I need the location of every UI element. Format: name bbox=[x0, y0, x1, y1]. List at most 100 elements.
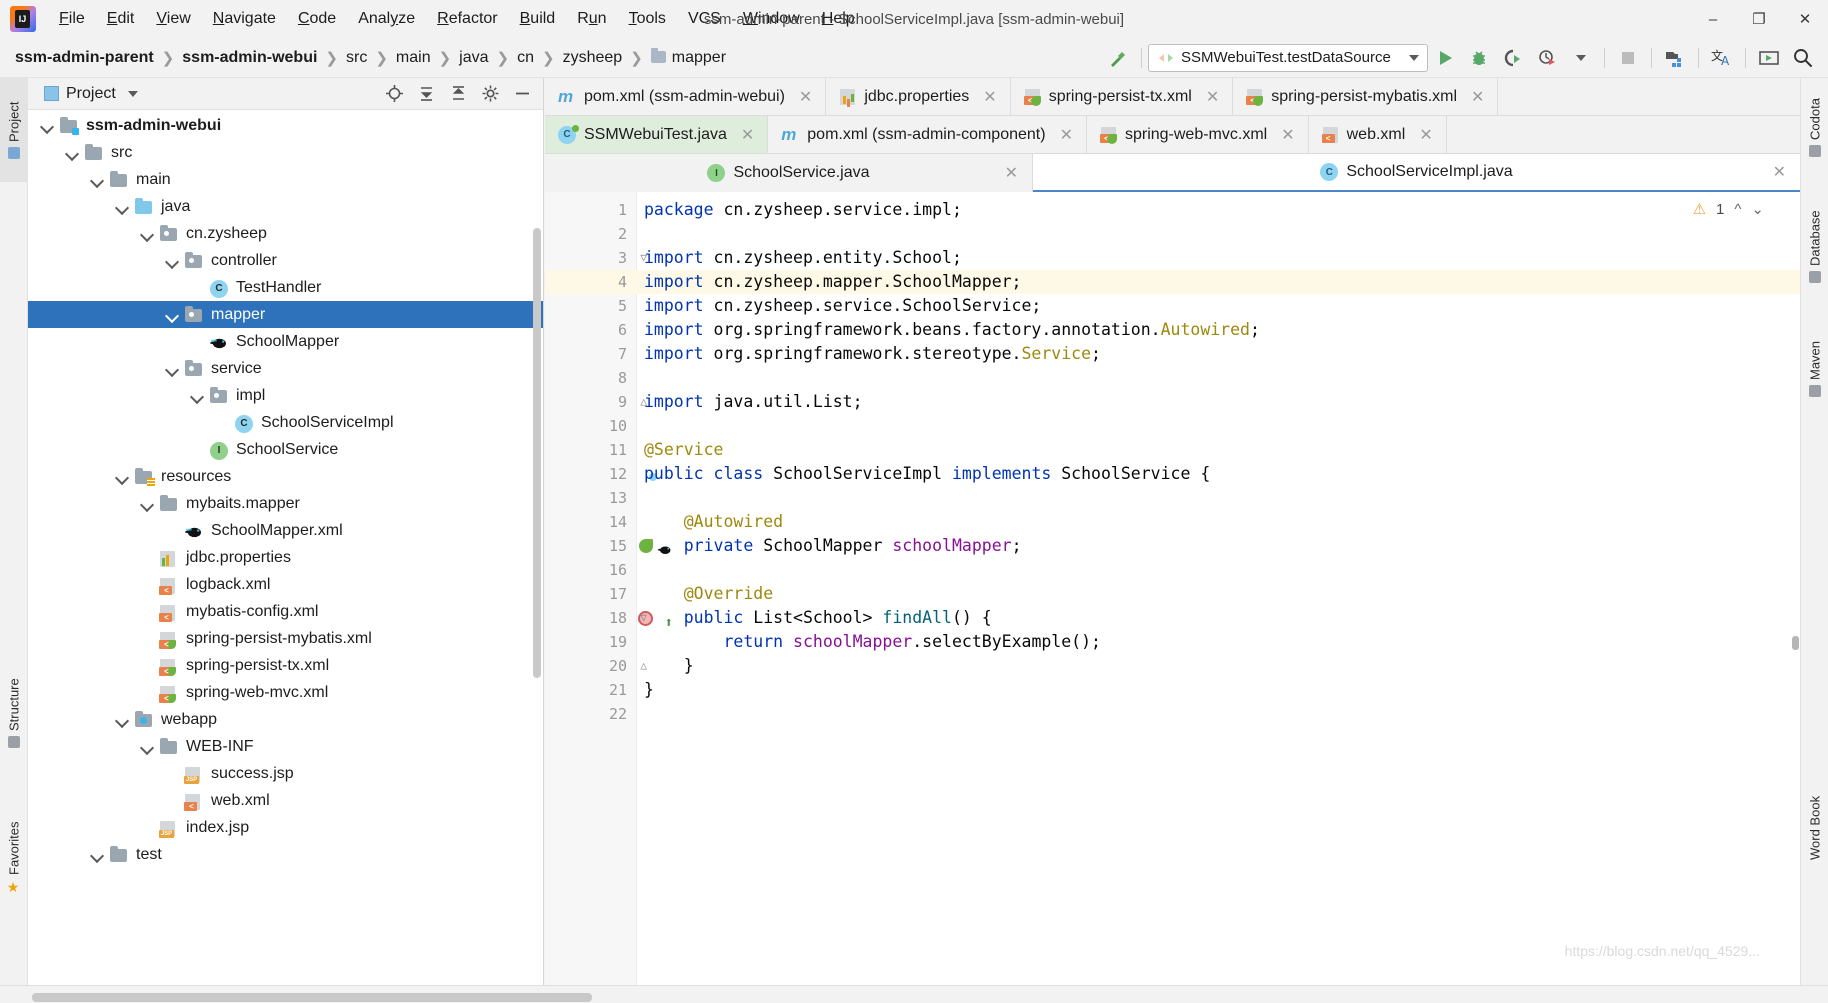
code-line-7[interactable]: import org.springframework.stereotype.Se… bbox=[637, 342, 1800, 366]
close-icon[interactable]: ✕ bbox=[1471, 87, 1484, 107]
sidebar-item-word-book[interactable]: Word Book bbox=[1801, 763, 1828, 893]
tree-node-src[interactable]: src bbox=[28, 139, 543, 166]
chevron-down-icon[interactable] bbox=[138, 225, 156, 243]
breadcrumb-item-main[interactable]: main bbox=[393, 47, 434, 69]
menu-item-window[interactable]: Window bbox=[732, 7, 811, 31]
code-line-8[interactable] bbox=[637, 366, 1800, 390]
project-view-chevron-down-icon[interactable] bbox=[127, 90, 138, 97]
tree-node-schoolservice[interactable]: I SchoolService bbox=[28, 436, 543, 463]
editor-tab-spring-persist-tx-xml[interactable]: < spring-persist-tx.xml ✕ bbox=[1010, 78, 1234, 115]
tree-node-java[interactable]: java bbox=[28, 193, 543, 220]
search-icon[interactable] bbox=[1786, 41, 1820, 75]
tree-node-resources[interactable]: resources bbox=[28, 463, 543, 490]
editor-tab-spring-web-mvc-xml[interactable]: < spring-web-mvc.xml ✕ bbox=[1086, 116, 1309, 153]
code-line-15[interactable]: private SchoolMapper schoolMapper; bbox=[637, 534, 1800, 558]
editor-tab-pom-xml-ssm-admin-component-[interactable]: m pom.xml (ssm-admin-component) ✕ bbox=[768, 116, 1087, 153]
tree-node-schoolmapper[interactable]: SchoolMapper bbox=[28, 328, 543, 355]
maximize-button[interactable]: ❐ bbox=[1736, 0, 1782, 38]
gutter-line-3[interactable]: 3 ▽ bbox=[545, 246, 647, 270]
code-line-5[interactable]: import cn.zysheep.service.SchoolService; bbox=[637, 294, 1800, 318]
translate-icon[interactable]: 文A bbox=[1705, 41, 1739, 75]
chevron-down-icon[interactable] bbox=[138, 495, 156, 513]
breadcrumb-item-ssm-admin-webui[interactable]: ssm-admin-webui bbox=[179, 47, 320, 69]
chevron-down-icon[interactable] bbox=[113, 198, 131, 216]
breadcrumb-item-src[interactable]: src bbox=[343, 47, 370, 69]
gutter-line-1[interactable]: 1 bbox=[545, 198, 637, 222]
chevron-down-icon[interactable] bbox=[38, 117, 56, 135]
editor-scrollbar-thumb[interactable] bbox=[1792, 636, 1799, 650]
chevron-down-icon[interactable] bbox=[188, 387, 206, 405]
editor-tab-ssmwebuitest-java[interactable]: C SSMWebuiTest.java ✕ bbox=[545, 116, 769, 153]
breadcrumb-item-zysheep[interactable]: zysheep bbox=[560, 47, 626, 69]
gutter-line-18[interactable]: 18 ⬆ ▽ bbox=[545, 606, 673, 631]
run-icon[interactable] bbox=[1428, 41, 1462, 75]
code-line-4[interactable]: import cn.zysheep.mapper.SchoolMapper; bbox=[637, 270, 1800, 294]
gutter-line-9[interactable]: 9 △ bbox=[545, 390, 647, 414]
split-pane-right-header[interactable]: C SchoolServiceImpl.java ✕ bbox=[1033, 154, 1800, 192]
menu-item-help[interactable]: Help bbox=[811, 7, 866, 31]
chevron-down-icon[interactable] bbox=[163, 360, 181, 378]
tree-node-impl[interactable]: impl bbox=[28, 382, 543, 409]
close-icon[interactable]: ✕ bbox=[1005, 163, 1018, 183]
code-line-3[interactable]: import cn.zysheep.entity.School; bbox=[637, 246, 1800, 270]
gutter-line-19[interactable]: 19 bbox=[545, 630, 637, 654]
tree-node-test[interactable]: test bbox=[28, 841, 543, 868]
gutter-line-10[interactable]: 10 bbox=[545, 414, 637, 438]
close-icon[interactable]: ✕ bbox=[1060, 125, 1073, 145]
editor-scrollbar[interactable] bbox=[1790, 306, 1800, 985]
tree-node-jdbc-properties[interactable]: jdbc.properties bbox=[28, 544, 543, 571]
chevron-down-icon[interactable] bbox=[88, 846, 106, 864]
code-line-10[interactable] bbox=[637, 414, 1800, 438]
minimize-button[interactable]: – bbox=[1690, 0, 1736, 38]
tree-node-webapp[interactable]: webapp bbox=[28, 706, 543, 733]
hide-panel-icon[interactable] bbox=[507, 80, 537, 108]
code-line-13[interactable] bbox=[637, 486, 1800, 510]
gutter-line-11[interactable]: 11 bbox=[545, 438, 637, 462]
gutter-line-4[interactable]: 4 bbox=[545, 270, 637, 294]
menu-item-code[interactable]: Code bbox=[287, 7, 347, 31]
code-line-20[interactable]: } bbox=[637, 654, 1800, 678]
editor-tab-pom-xml-ssm-admin-webui-[interactable]: m pom.xml (ssm-admin-webui) ✕ bbox=[545, 78, 827, 115]
gutter-line-17[interactable]: 17 bbox=[545, 582, 637, 606]
close-icon[interactable]: ✕ bbox=[1773, 162, 1786, 182]
chevron-down-icon[interactable] bbox=[113, 468, 131, 486]
project-tree-scrollbar[interactable] bbox=[533, 228, 541, 678]
locate-icon[interactable] bbox=[379, 80, 409, 108]
breadcrumb-item-java[interactable]: java bbox=[456, 47, 491, 69]
gutter-line-21[interactable]: 21 bbox=[545, 678, 637, 702]
close-icon[interactable]: ✕ bbox=[799, 87, 812, 107]
close-icon[interactable]: ✕ bbox=[741, 125, 754, 145]
gutter-line-20[interactable]: 20 △ bbox=[545, 654, 647, 678]
menu-item-view[interactable]: View bbox=[145, 7, 201, 31]
code-line-19[interactable]: return schoolMapper.selectByExample(); bbox=[637, 630, 1800, 654]
editor-tab-jdbc-properties[interactable]: jdbc.properties ✕ bbox=[826, 78, 1011, 115]
close-icon[interactable]: ✕ bbox=[1419, 125, 1432, 145]
profiler-icon[interactable] bbox=[1530, 41, 1564, 75]
split-pane-left-header[interactable]: I SchoolService.java ✕ bbox=[545, 154, 1033, 192]
code-line-1[interactable]: package cn.zysheep.service.impl; bbox=[637, 198, 1800, 222]
tree-node-web-xml[interactable]: web.xml bbox=[28, 787, 543, 814]
code-line-14[interactable]: @Autowired bbox=[637, 510, 1800, 534]
editor-tab-web-xml[interactable]: < web.xml ✕ bbox=[1308, 116, 1447, 153]
sidebar-item-project[interactable]: Project bbox=[0, 78, 28, 182]
tree-node-schoolmapper-xml[interactable]: SchoolMapper.xml bbox=[28, 517, 543, 544]
chevron-down-icon[interactable] bbox=[163, 252, 181, 270]
tree-node-cn-zysheep[interactable]: cn.zysheep bbox=[28, 220, 543, 247]
breadcrumb-item-ssm-admin-parent[interactable]: ssm-admin-parent bbox=[12, 47, 157, 69]
menu-item-build[interactable]: Build bbox=[509, 7, 567, 31]
code-line-22[interactable] bbox=[637, 702, 1800, 726]
code-line-17[interactable]: @Override bbox=[637, 582, 1800, 606]
breadcrumb-item-mapper[interactable]: mapper bbox=[648, 47, 729, 69]
code-line-11[interactable]: @Service bbox=[637, 438, 1800, 462]
tree-node-testhandler[interactable]: C TestHandler bbox=[28, 274, 543, 301]
menu-item-run[interactable]: Run bbox=[566, 7, 617, 31]
menu-item-refactor[interactable]: Refactor bbox=[426, 7, 508, 31]
tree-node-controller[interactable]: controller bbox=[28, 247, 543, 274]
code-line-18[interactable]: public List<School> findAll() { bbox=[637, 606, 1800, 630]
gutter-line-13[interactable]: 13 bbox=[545, 486, 637, 510]
code-line-9[interactable]: import java.util.List; bbox=[637, 390, 1800, 414]
menu-item-navigate[interactable]: Navigate bbox=[202, 7, 287, 31]
breadcrumb-item-cn[interactable]: cn bbox=[514, 47, 537, 69]
gutter-line-12[interactable]: 12 bbox=[545, 462, 637, 486]
chevron-up-icon[interactable]: ^ bbox=[1734, 201, 1741, 218]
